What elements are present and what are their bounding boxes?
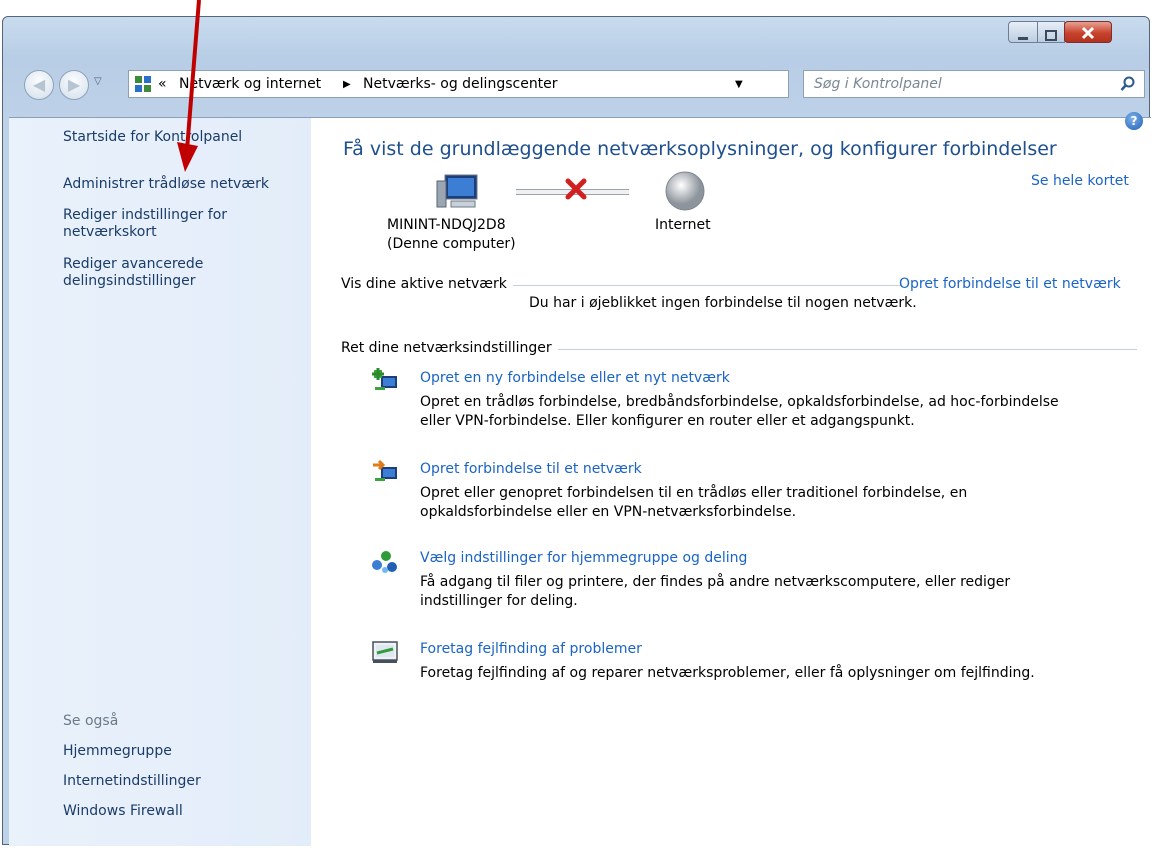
task-pane: Startside for Kontrolpanel Administrer t… — [9, 118, 311, 846]
sidebar-item-control-panel-home[interactable]: Startside for Kontrolpanel — [63, 129, 242, 146]
sidebar-item-advanced-sharing[interactable]: Rediger avancerede delingsindstillinger — [63, 256, 273, 290]
maximize-icon — [1038, 26, 1064, 45]
homegroup-icon[interactable] — [371, 548, 399, 580]
back-arrow-icon: ◀ — [32, 75, 46, 94]
new-connection-icon[interactable] — [371, 367, 399, 399]
breadcrumb-overflow[interactable]: « — [158, 76, 167, 92]
see-full-map-link[interactable]: Se hele kortet — [1031, 173, 1129, 189]
task-connect-network-link[interactable]: Opret forbindelse til et netværk — [420, 461, 642, 477]
task-new-connection-link[interactable]: Opret en ny forbindelse eller et nyt net… — [420, 370, 730, 386]
see-also-windows-firewall[interactable]: Windows Firewall — [63, 803, 183, 820]
address-bar[interactable]: « Netværk og internet ▶ Netværks- og del… — [128, 70, 904, 98]
search-icon[interactable] — [1120, 76, 1136, 96]
control-panel-network-icon — [134, 75, 152, 97]
computer-name: MININT-NDQJ2D8 — [387, 217, 506, 233]
task-new-connection-desc-2: eller VPN-forbindelse. Eller konfigurer … — [420, 413, 915, 429]
sidebar-item-adapter-settings[interactable]: Rediger indstillinger for netværkskort — [63, 207, 273, 241]
computer-subtitle: (Denne computer) — [387, 236, 516, 252]
no-connection-status: Du har i øjeblikket ingen forbindelse ti… — [529, 295, 917, 311]
no-connection-x-icon[interactable] — [565, 178, 587, 204]
annotation-arrow-icon — [177, 0, 201, 172]
internet-globe-icon[interactable] — [664, 170, 706, 216]
see-also-homegroup[interactable]: Hjemmegruppe — [63, 743, 172, 760]
see-also-internet-options[interactable]: Internetindstillinger — [63, 773, 201, 790]
settings-heading: Ret dine netværksindstillinger — [341, 340, 558, 356]
maximize-button[interactable] — [1037, 21, 1065, 43]
close-icon — [1065, 25, 1111, 44]
back-button[interactable]: ◀ — [24, 70, 54, 100]
sidebar-item-manage-wireless[interactable]: Administrer trådløse netværk — [63, 176, 269, 193]
task-homegroup-link[interactable]: Vælg indstillinger for hjemmegruppe og d… — [420, 550, 747, 566]
task-homegroup-desc-2: indstillinger for deling. — [420, 593, 578, 609]
task-new-connection-desc-1: Opret en trådløs forbindelse, bredbåndsf… — [420, 394, 1059, 410]
task-connect-network-desc-1: Opret eller genopret forbindelsen til en… — [420, 485, 968, 501]
minimize-button[interactable] — [1008, 21, 1038, 43]
task-troubleshoot-desc: Foretag fejlfinding af og reparer netvær… — [420, 665, 1035, 681]
see-also-heading: Se også — [63, 713, 119, 729]
close-button[interactable] — [1064, 21, 1112, 43]
address-dropdown-icon[interactable]: ▼ — [735, 79, 743, 90]
search-input[interactable]: Søg i Kontrolpanel — [814, 76, 942, 92]
help-button[interactable]: ? — [1125, 112, 1143, 130]
active-networks-heading: Vis dine aktive netværk — [341, 276, 513, 292]
forward-button[interactable]: ▶ — [59, 70, 89, 100]
client-area: Startside for Kontrolpanel Administrer t… — [9, 112, 1151, 846]
task-troubleshoot-link[interactable]: Foretag fejlfinding af problemer — [420, 641, 642, 657]
page-title: Få vist de grundlæggende netværksoplysni… — [343, 138, 1057, 160]
forward-arrow-icon: ▶ — [67, 75, 81, 94]
task-homegroup-desc-1: Få adgang til filer og printere, der fin… — [420, 574, 1011, 590]
breadcrumb-network-sharing-center[interactable]: Netværks- og delingscenter — [363, 76, 558, 92]
troubleshoot-icon[interactable] — [371, 638, 399, 670]
task-connect-network-desc-2: opkaldsforbindelse eller en VPN-netværks… — [420, 504, 797, 520]
minimize-icon — [1009, 26, 1037, 45]
breadcrumb-chevron-icon[interactable]: ▶ — [343, 79, 351, 90]
connect-to-network-link[interactable]: Opret forbindelse til et netværk — [899, 276, 1121, 292]
connect-network-icon[interactable] — [371, 458, 399, 490]
internet-label: Internet — [655, 217, 711, 233]
computer-icon[interactable] — [435, 173, 479, 215]
recent-pages-dropdown[interactable]: ▽ — [94, 76, 102, 87]
search-box[interactable]: Søg i Kontrolpanel — [803, 70, 1145, 98]
